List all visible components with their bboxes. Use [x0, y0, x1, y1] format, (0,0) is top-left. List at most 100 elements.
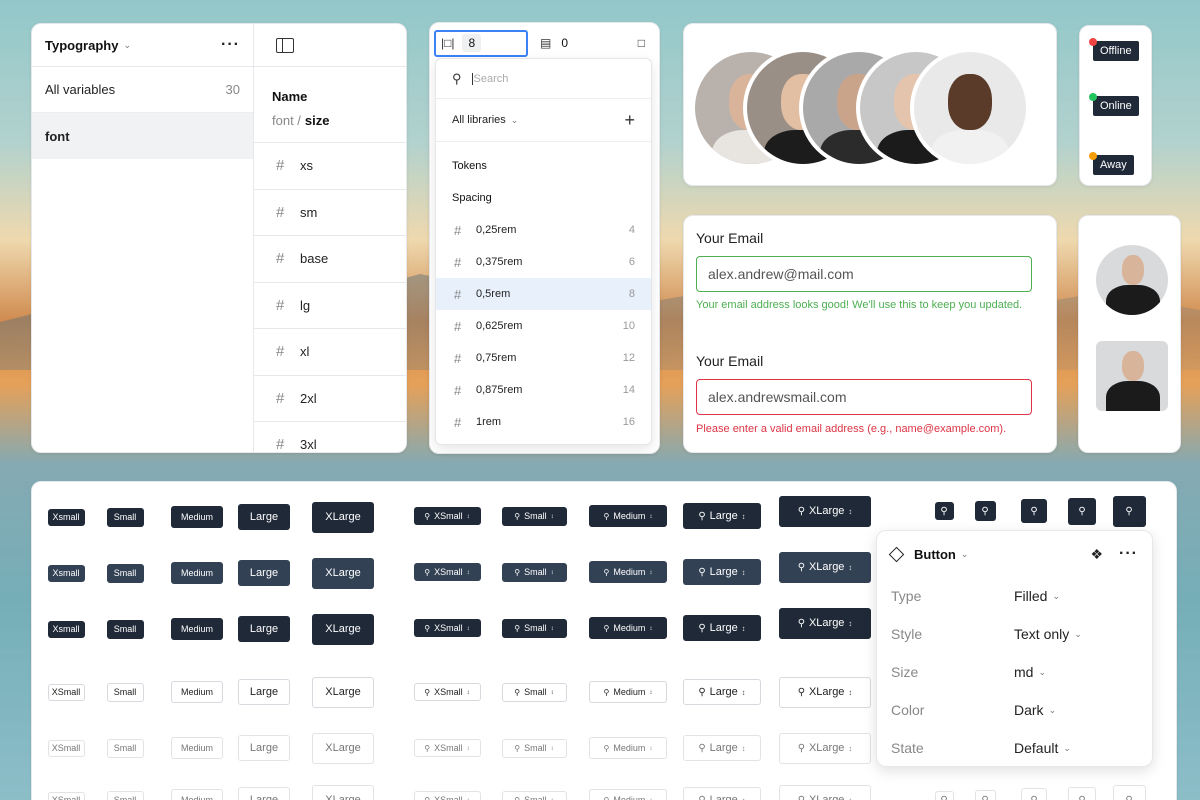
button-xsmall[interactable]: Xsmall — [47, 564, 85, 582]
property-size[interactable]: Size md ⌄ — [877, 653, 1152, 691]
button-xsmall[interactable]: XSmall — [47, 683, 85, 701]
button-xlarge[interactable]: XLarge — [312, 501, 374, 533]
button-small[interactable]: Small — [106, 619, 144, 639]
dropdown-button-small[interactable]: ⚲Small↕ — [501, 618, 567, 638]
component-name[interactable]: Button — [914, 547, 956, 562]
gap-field[interactable]: |□| 8 — [434, 29, 528, 57]
dropdown-button-medium[interactable]: ⚲Medium↕ — [589, 681, 667, 703]
dropdown-button-small[interactable]: ⚲Small↕ — [501, 506, 567, 526]
button-small[interactable]: Small — [106, 790, 144, 800]
button-xsmall[interactable]: XSmall — [47, 739, 85, 757]
dropdown-button-large[interactable]: ⚲ Large ↕ — [683, 735, 761, 761]
variable-row[interactable]: #3xl — [254, 422, 406, 452]
button-small[interactable]: Small — [106, 563, 144, 583]
button-xlarge[interactable]: XLarge — [312, 784, 374, 800]
dropdown-button-xsmall[interactable]: ⚲XSmall↕ — [413, 507, 481, 525]
more-options-icon[interactable]: ··· — [221, 36, 240, 54]
dropdown-button-medium[interactable]: ⚲Medium↕ — [589, 617, 667, 639]
icon-button[interactable]: ⚲ — [1021, 788, 1047, 800]
variable-row[interactable]: # sm — [254, 190, 406, 236]
spacing-option[interactable]: #0,375rem 6 — [436, 246, 651, 278]
button-xsmall[interactable]: Xsmall — [47, 620, 85, 638]
search-input[interactable]: Search — [471, 72, 508, 85]
dropdown-button-xsmall[interactable]: ⚲XSmall↕ — [413, 563, 481, 581]
email-input-invalid[interactable]: alex.andrewsmail.com — [696, 379, 1032, 415]
icon-button[interactable]: ⚲ — [1021, 499, 1047, 523]
button-medium[interactable]: Medium — [171, 562, 223, 584]
button-large[interactable]: Large — [238, 560, 290, 586]
button-large[interactable]: Large — [238, 504, 290, 530]
button-medium[interactable]: Medium — [171, 618, 223, 640]
dropdown-button-large[interactable]: ⚲ Large ↕ — [683, 679, 761, 705]
chevron-down-icon[interactable]: ⌄ — [961, 549, 969, 560]
button-medium[interactable]: Medium — [171, 789, 223, 800]
dropdown-button-large[interactable]: ⚲ Large ↕ — [683, 503, 761, 529]
more-options-icon[interactable]: ··· — [1119, 545, 1138, 563]
button-xlarge[interactable]: XLarge — [312, 732, 374, 764]
dropdown-button-large[interactable]: ⚲ Large ↕ — [683, 787, 761, 800]
button-medium[interactable]: Medium — [171, 681, 223, 703]
icon-button[interactable]: ⚲ — [1068, 786, 1096, 800]
dropdown-button-xlarge[interactable]: ⚲ XLarge ↕ — [779, 551, 871, 583]
dropdown-button-large[interactable]: ⚲ Large ↕ — [683, 615, 761, 641]
padding-value[interactable]: 0 — [561, 36, 568, 50]
button-small[interactable]: Small — [106, 738, 144, 758]
spacing-option-selected[interactable]: #0,5rem 8 — [436, 278, 651, 310]
property-style[interactable]: Style Text only ⌄ — [877, 615, 1152, 653]
variable-row[interactable]: # xs — [254, 143, 406, 190]
button-xlarge[interactable]: XLarge — [312, 613, 374, 645]
icon-button[interactable]: ⚲ — [974, 790, 996, 800]
button-small[interactable]: Small — [106, 682, 144, 702]
dropdown-button-xlarge[interactable]: ⚲ XLarge ↕ — [779, 676, 871, 708]
spacing-option[interactable]: #0,625rem 10 — [436, 310, 651, 342]
collection-header[interactable]: Typography ⌄ ··· — [32, 24, 253, 67]
icon-button[interactable]: ⚲ — [1068, 497, 1096, 525]
dropdown-button-small[interactable]: ⚲Small↕ — [501, 562, 567, 582]
dropdown-button-medium[interactable]: ⚲Medium↕ — [589, 561, 667, 583]
sidebar-toggle-icon[interactable] — [276, 37, 294, 53]
variable-row[interactable]: # lg — [254, 283, 406, 329]
property-state[interactable]: State Default ⌄ — [877, 729, 1152, 767]
group-item-font[interactable]: font — [32, 113, 253, 159]
property-color[interactable]: Color Dark ⌄ — [877, 691, 1152, 729]
dropdown-button-xlarge[interactable]: ⚲ XLarge ↕ — [779, 732, 871, 764]
component-icon[interactable]: ❖ — [1090, 546, 1103, 563]
dropdown-button-medium[interactable]: ⚲Medium↕ — [589, 737, 667, 759]
dropdown-button-small[interactable]: ⚲Small↕ — [501, 682, 567, 702]
icon-button[interactable]: ⚲ — [974, 501, 996, 521]
dropdown-button-small[interactable]: ⚲Small↕ — [501, 790, 567, 800]
button-medium[interactable]: Medium — [171, 506, 223, 528]
dropdown-button-medium[interactable]: ⚲Medium↕ — [589, 789, 667, 800]
button-xsmall[interactable]: Xsmall — [47, 508, 85, 526]
button-medium[interactable]: Medium — [171, 737, 223, 759]
spacing-option[interactable]: #1rem 16 — [436, 406, 651, 438]
dropdown-button-xlarge[interactable]: ⚲ XLarge ↕ — [779, 607, 871, 639]
spacing-option[interactable]: #0,75rem 12 — [436, 342, 651, 374]
variable-row[interactable]: # xl — [254, 329, 406, 376]
search-bar[interactable]: ⚲ Search — [436, 59, 651, 99]
dropdown-button-xsmall[interactable]: ⚲XSmall↕ — [413, 619, 481, 637]
library-filter[interactable]: All libraries ⌄ + — [436, 99, 651, 142]
email-input-valid[interactable]: alex.andrew@mail.com — [696, 256, 1032, 292]
button-small[interactable]: Small — [106, 507, 144, 527]
dropdown-button-xlarge[interactable]: ⚲ XLarge ↕ — [779, 784, 871, 800]
spacing-option[interactable]: #0,25rem 4 — [436, 214, 651, 246]
button-large[interactable]: Large — [238, 679, 290, 705]
icon-button[interactable]: ⚲ — [934, 791, 954, 800]
dropdown-button-small[interactable]: ⚲Small↕ — [501, 738, 567, 758]
button-large[interactable]: Large — [238, 787, 290, 800]
dropdown-button-xsmall[interactable]: ⚲XSmall↕ — [413, 791, 481, 800]
dropdown-button-xlarge[interactable]: ⚲ XLarge ↕ — [779, 495, 871, 527]
add-icon[interactable]: + — [624, 110, 635, 131]
property-type[interactable]: Type Filled ⌄ — [877, 577, 1152, 615]
dropdown-button-large[interactable]: ⚲ Large ↕ — [683, 559, 761, 585]
button-large[interactable]: Large — [238, 735, 290, 761]
variable-row[interactable]: #2xl — [254, 376, 406, 422]
button-xlarge[interactable]: XLarge — [312, 557, 374, 589]
all-variables-item[interactable]: All variables 30 — [32, 67, 253, 113]
button-large[interactable]: Large — [238, 616, 290, 642]
spacing-option[interactable]: #0,875rem 14 — [436, 374, 651, 406]
icon-button[interactable]: ⚲ — [1112, 784, 1146, 800]
dropdown-button-medium[interactable]: ⚲Medium↕ — [589, 505, 667, 527]
button-xlarge[interactable]: XLarge — [312, 676, 374, 708]
